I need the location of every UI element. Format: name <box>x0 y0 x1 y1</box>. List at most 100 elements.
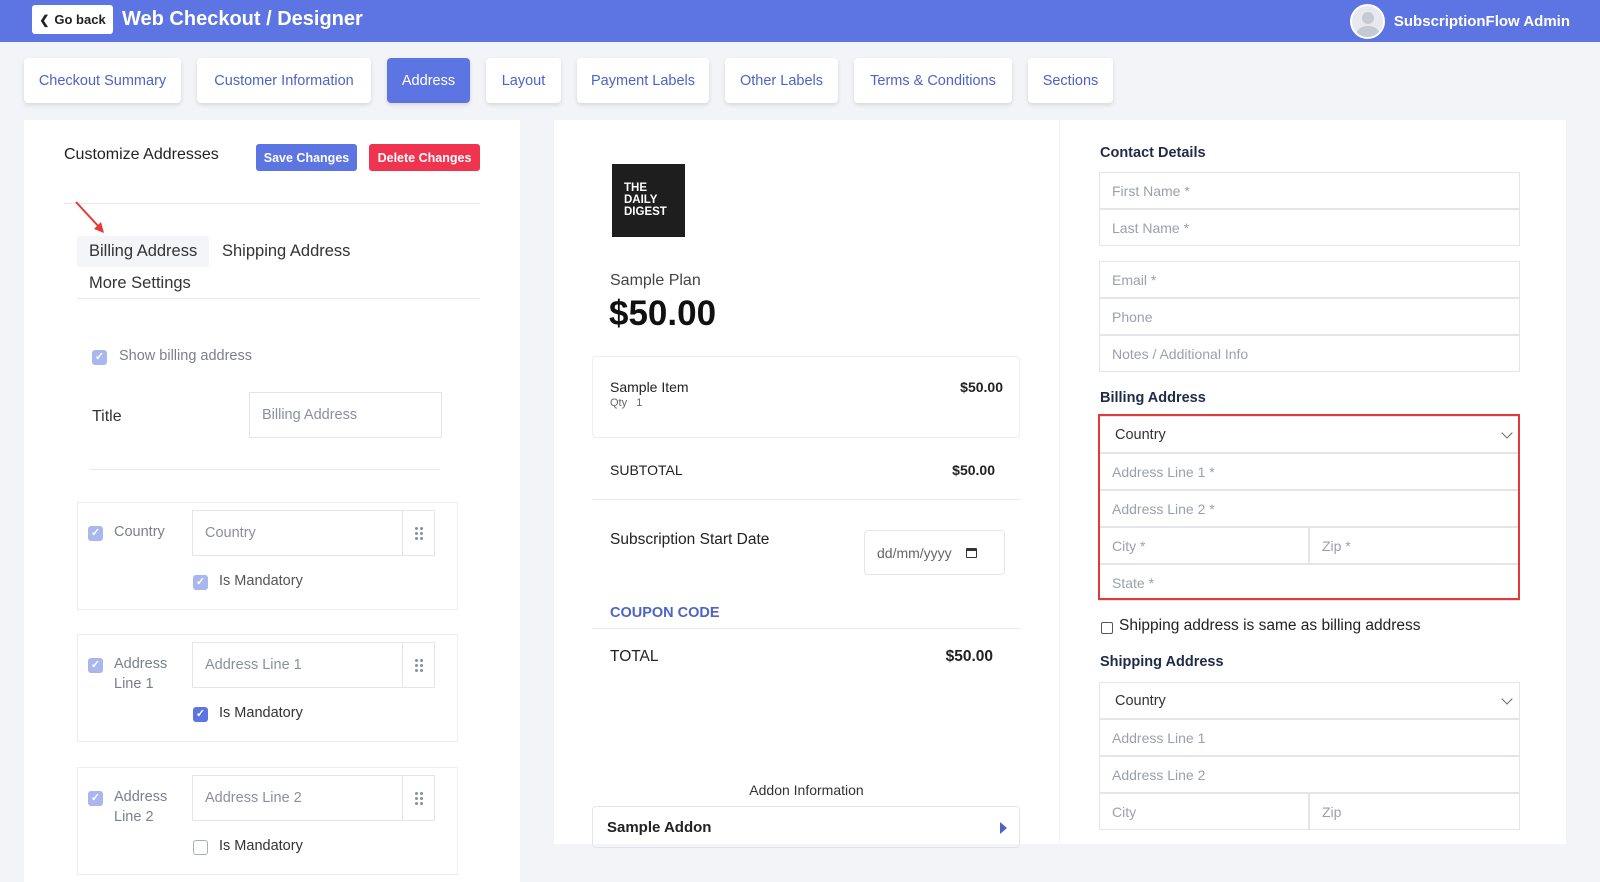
check-icon: ✓ <box>94 351 105 363</box>
addon-row[interactable]: Sample Addon <box>592 806 1020 848</box>
divider <box>90 469 440 470</box>
drag-handle-icon[interactable] <box>402 510 434 556</box>
mandatory-label: Is Mandatory <box>219 705 303 721</box>
address-line-2-field-input[interactable]: Address Line 2 <box>192 775 435 821</box>
caret-right-icon <box>1000 822 1007 834</box>
first-name-input[interactable]: First Name * <box>1099 172 1520 209</box>
title-label: Title <box>92 408 122 425</box>
tab-other-labels[interactable]: Other Labels <box>725 58 838 103</box>
chevron-down-icon <box>1501 427 1513 439</box>
page-background-strip <box>1566 42 1600 882</box>
mandatory-label: Is Mandatory <box>219 838 303 854</box>
tab-sections[interactable]: Sections <box>1028 58 1113 103</box>
email-input[interactable]: Email * <box>1099 261 1520 298</box>
field-value: Country <box>205 525 256 541</box>
user-name: SubscriptionFlow Admin <box>1393 12 1570 30</box>
addon-name: Sample Addon <box>607 819 712 836</box>
address-line-1-enabled-checkbox[interactable]: ✓ <box>88 658 103 673</box>
calendar-icon[interactable] <box>965 547 977 558</box>
field-value: Address Line 1 <box>205 657 302 673</box>
mandatory-checkbox[interactable] <box>193 840 208 855</box>
go-back-button[interactable]: ❮ Go back <box>32 5 113 34</box>
check-icon: ✓ <box>90 659 101 671</box>
contact-details-title: Contact Details <box>1100 145 1206 161</box>
same-as-billing-label: Shipping address is same as billing addr… <box>1119 617 1421 634</box>
shipping-zip-input[interactable]: Zip <box>1309 793 1520 830</box>
drag-handle-icon[interactable] <box>402 775 434 821</box>
tab-address[interactable]: Address <box>387 58 470 103</box>
shipping-city-input[interactable]: City <box>1099 793 1309 830</box>
drag-handle-icon[interactable] <box>402 642 434 688</box>
logo-line: THE <box>624 182 647 194</box>
customize-panel: Customize Addresses Save Changes Delete … <box>24 120 520 882</box>
country-enabled-checkbox[interactable]: ✓ <box>88 526 103 541</box>
chevron-down-icon <box>1501 693 1513 705</box>
select-value: Country <box>1115 426 1166 443</box>
billing-address-title: Billing Address <box>1100 390 1206 406</box>
mandatory-checkbox[interactable]: ✓ <box>193 707 208 722</box>
field-value: Address Line 2 <box>205 790 302 806</box>
subtab-shipping-address[interactable]: Shipping Address <box>210 236 362 267</box>
plan-price: $50.00 <box>609 294 717 333</box>
red-arrow-annotation <box>75 201 104 233</box>
address-line-1-field-input[interactable]: Address Line 1 <box>192 642 435 688</box>
check-icon: ✓ <box>90 792 101 804</box>
subtab-more-settings[interactable]: More Settings <box>77 268 203 299</box>
shipping-address-line-1-input[interactable]: Address Line 1 <box>1099 719 1520 756</box>
tab-payment-labels[interactable]: Payment Labels <box>577 58 709 103</box>
qty-value: 1 <box>636 397 643 409</box>
save-changes-button[interactable]: Save Changes <box>256 144 357 171</box>
field-label: Country <box>114 524 165 540</box>
country-field-input[interactable]: Country <box>192 510 435 556</box>
shipping-address-line-2-input[interactable]: Address Line 2 <box>1099 756 1520 793</box>
field-card-address-line-1: ✓ Address Line 1 Address Line 1 ✓ Is Man… <box>77 634 458 742</box>
line-item: Sample Item Qty 1 $50.00 <box>592 356 1020 438</box>
field-card-country: ✓ Country Country ✓ Is Mandatory <box>77 502 458 610</box>
item-qty: Qty 1 <box>610 397 642 409</box>
shipping-country-select[interactable]: Country <box>1099 682 1520 719</box>
field-label: Address Line 2 <box>114 789 168 825</box>
divider <box>64 203 480 204</box>
coupon-code-link[interactable]: COUPON CODE <box>610 605 720 621</box>
tab-customer-information[interactable]: Customer Information <box>197 58 371 103</box>
check-icon: ✓ <box>195 708 206 720</box>
chevron-left-icon: ❮ <box>39 12 50 27</box>
total-value: $50.00 <box>945 648 993 665</box>
check-icon: ✓ <box>195 576 206 588</box>
same-as-billing-checkbox[interactable] <box>1101 622 1113 634</box>
daily-digest-logo: THE DAILY DIGEST <box>612 164 685 237</box>
billing-city-input[interactable]: City * <box>1099 527 1309 564</box>
notes-input[interactable]: Notes / Additional Info <box>1099 335 1520 372</box>
address-line-2-enabled-checkbox[interactable]: ✓ <box>88 791 103 806</box>
tab-terms-conditions[interactable]: Terms & Conditions <box>854 58 1012 103</box>
tab-checkout-summary[interactable]: Checkout Summary <box>24 58 181 103</box>
item-name: Sample Item <box>610 379 689 395</box>
user-menu[interactable]: SubscriptionFlow Admin <box>1349 3 1570 39</box>
subtab-billing-address[interactable]: Billing Address <box>77 236 210 267</box>
title-input[interactable]: Billing Address <box>249 392 442 438</box>
start-date-input[interactable]: dd/mm/yyyy <box>864 530 1005 575</box>
top-bar: ❮ Go back Web Checkout / Designer Subscr… <box>0 0 1600 42</box>
billing-address-line-2-input[interactable]: Address Line 2 * <box>1099 490 1520 527</box>
page-title: Web Checkout / Designer <box>122 8 363 30</box>
show-billing-checkbox[interactable]: ✓ <box>92 350 107 365</box>
billing-address-line-1-input[interactable]: Address Line 1 * <box>1099 453 1520 490</box>
avatar <box>1349 3 1385 39</box>
divider <box>592 499 1020 500</box>
delete-changes-button[interactable]: Delete Changes <box>369 144 480 171</box>
date-placeholder: dd/mm/yyyy <box>877 544 952 561</box>
qty-label: Qty <box>610 397 628 409</box>
billing-zip-input[interactable]: Zip * <box>1309 527 1520 564</box>
billing-country-select[interactable]: Country <box>1099 416 1520 453</box>
mandatory-checkbox[interactable]: ✓ <box>193 575 208 590</box>
go-back-label: Go back <box>54 12 106 27</box>
billing-state-input[interactable]: State * <box>1099 564 1520 601</box>
phone-input[interactable]: Phone <box>1099 298 1520 335</box>
last-name-input[interactable]: Last Name * <box>1099 209 1520 246</box>
logo-line: DIGEST <box>624 206 667 218</box>
mandatory-label: Is Mandatory <box>219 573 303 589</box>
divider <box>592 628 1020 629</box>
checkout-preview-form: Contact Details First Name * Last Name *… <box>1060 120 1566 844</box>
field-card-address-line-2: ✓ Address Line 2 Address Line 2 Is Manda… <box>77 767 458 875</box>
tab-layout[interactable]: Layout <box>486 58 561 103</box>
